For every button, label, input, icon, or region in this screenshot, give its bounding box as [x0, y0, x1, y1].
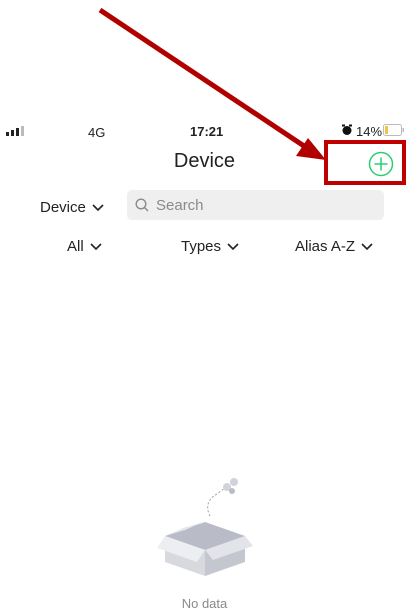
empty-box-icon — [157, 478, 253, 576]
network-type: 4G — [88, 125, 106, 140]
empty-state-text: No data — [181, 596, 228, 611]
sort-dropdown[interactable]: Alias A-Z — [295, 238, 373, 255]
chevron-down-icon — [92, 203, 104, 211]
search-input[interactable] — [154, 195, 378, 215]
add-device-button[interactable] — [368, 151, 394, 177]
chevron-down-icon — [90, 242, 102, 250]
chevron-down-icon — [361, 242, 373, 250]
types-filter-dropdown[interactable]: Types — [181, 238, 239, 255]
alarm-icon — [342, 124, 352, 135]
battery-percentage: 14% — [356, 124, 383, 139]
types-filter-label: Types — [181, 238, 222, 255]
device-filter-label: Device — [40, 199, 86, 216]
search-icon — [135, 198, 149, 212]
search-bar[interactable] — [127, 190, 384, 220]
sort-label: Alias A-Z — [295, 238, 356, 255]
device-filter-dropdown[interactable]: Device — [40, 199, 104, 216]
signal-strength-icon — [6, 126, 24, 136]
status-time: 17:21 — [190, 124, 224, 139]
chevron-down-icon — [227, 242, 239, 250]
all-filter-label: All — [67, 238, 84, 255]
plus-circle-icon — [368, 151, 394, 177]
all-filter-dropdown[interactable]: All — [67, 238, 102, 255]
battery-icon — [383, 124, 404, 136]
